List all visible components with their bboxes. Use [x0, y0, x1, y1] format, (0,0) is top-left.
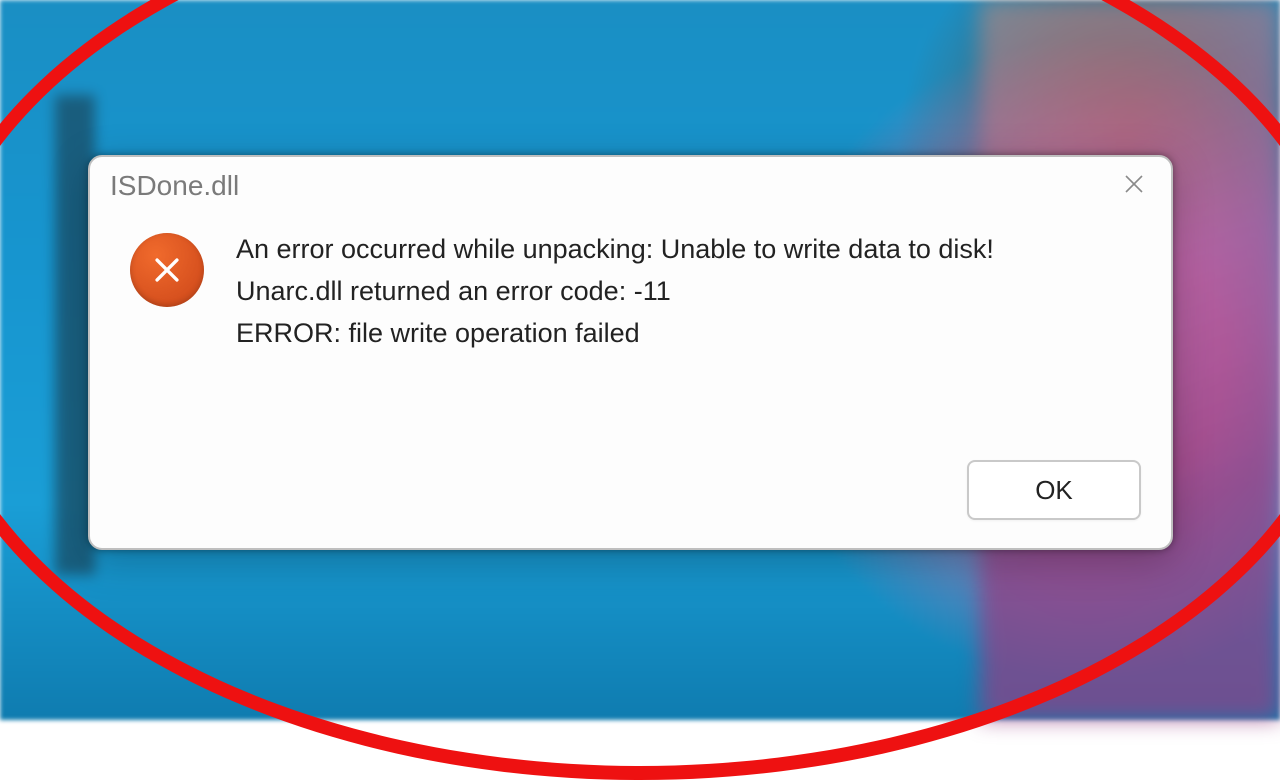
dialog-footer: OK [90, 460, 1171, 548]
error-message-line3: ERROR: file write operation failed [236, 313, 1131, 355]
error-dialog: ISDone.dll An error occurred while unpac… [88, 155, 1173, 550]
close-button[interactable] [1107, 161, 1161, 211]
error-message-line1: An error occurred while unpacking: Unabl… [236, 229, 1131, 271]
error-message-line2: Unarc.dll returned an error code: -11 [236, 271, 1131, 313]
dialog-body: An error occurred while unpacking: Unabl… [90, 215, 1171, 460]
ok-button[interactable]: OK [967, 460, 1141, 520]
close-icon [1122, 172, 1146, 201]
window-title: ISDone.dll [110, 170, 239, 202]
title-bar: ISDone.dll [90, 157, 1171, 215]
error-message: An error occurred while unpacking: Unabl… [236, 227, 1131, 460]
error-icon [130, 233, 204, 307]
ok-button-label: OK [1035, 475, 1073, 506]
